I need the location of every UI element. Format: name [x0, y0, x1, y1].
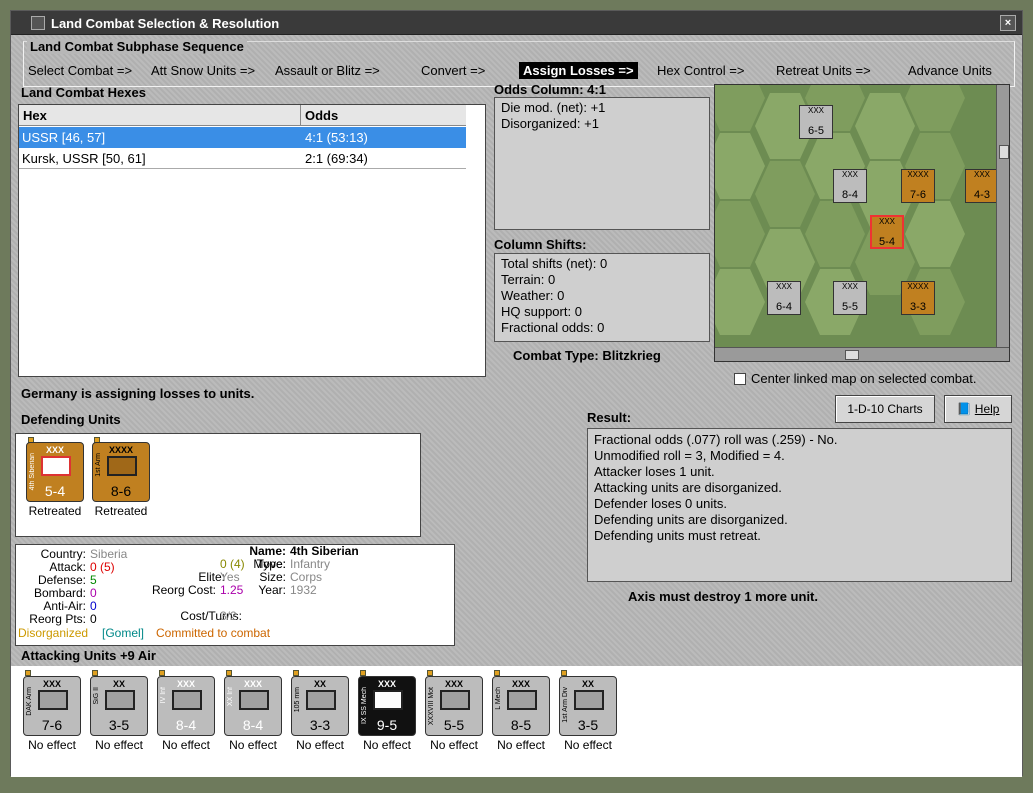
infantry-symbol-icon: [41, 456, 71, 476]
step-assign-losses: Assign Losses =>: [519, 62, 638, 79]
help-button[interactable]: 📘 Help: [944, 395, 1012, 423]
map-counter[interactable]: XXX 8-4: [833, 169, 867, 203]
result-panel: Fractional odds (.077) roll was (.259) -…: [587, 428, 1012, 582]
unit-symbol-icon: [38, 690, 68, 710]
must-destroy-message: Axis must destroy 1 more unit.: [628, 589, 818, 604]
map-scrollbar-horizontal[interactable]: [715, 347, 1009, 361]
defending-units-box: XXX 4th Siberian 5-4 Retreated XXXX 1st …: [15, 433, 421, 537]
odds-title: Odds Column: 4:1: [494, 82, 606, 97]
attacking-units-box: XXX DAK Arm 7-6 No effect XX SiG II 3-5 No effe…: [11, 666, 1022, 777]
attacker-status: No effect: [430, 738, 478, 752]
center-map-checkbox[interactable]: [734, 373, 746, 385]
attacker-unit[interactable]: XXX L Mech 8-5: [492, 676, 550, 736]
map-hex: [805, 201, 865, 267]
attacker-status: No effect: [95, 738, 143, 752]
sequence-title: Land Combat Subphase Sequence: [27, 39, 247, 54]
defender-status: Retreated: [28, 504, 82, 518]
map-counter[interactable]: XXXX 3-3: [901, 281, 935, 315]
map-counter[interactable]: XXX 5-5: [833, 281, 867, 315]
odds-cell: 2:1 (69:34): [305, 151, 368, 166]
step-convert: Convert =>: [421, 63, 486, 78]
step-att-snow: Att Snow Units =>: [151, 63, 256, 78]
map-hex: [905, 201, 965, 267]
attacker-unit[interactable]: XX 105 mm 3-3: [291, 676, 349, 736]
attacker-unit[interactable]: XXX IV Inf 8-4: [157, 676, 215, 736]
shift-fractional: Fractional odds: 0: [501, 320, 605, 335]
attacker-status: No effect: [162, 738, 210, 752]
shifts-title: Column Shifts:: [494, 237, 587, 252]
map-hex: [755, 161, 815, 227]
hexes-table: Hex Odds USSR [46, 57] 4:1 (53:13) Kursk…: [18, 104, 486, 377]
disorganized-mod: Disorganized: +1: [501, 116, 599, 131]
attacking-title: Attacking Units +9 Air: [21, 648, 156, 663]
unit-symbol-icon: [440, 690, 470, 710]
map-counter[interactable]: XXXX 7-6: [901, 169, 935, 203]
map-hex: [715, 269, 765, 335]
attacker-unit[interactable]: XXX IX SS Mech 9-5: [358, 676, 416, 736]
map-scrollbar-vertical[interactable]: [996, 85, 1009, 347]
book-icon: 📘: [956, 402, 975, 416]
attacker-unit[interactable]: XXX DAK Arm 7-6: [23, 676, 81, 736]
map-counter[interactable]: XXX 6-4: [767, 281, 801, 315]
unit-symbol-icon: [239, 690, 269, 710]
table-row[interactable]: Kursk, USSR [50, 61] 2:1 (69:34): [19, 148, 466, 169]
attacker-status: No effect: [564, 738, 612, 752]
shift-weather: Weather: 0: [501, 288, 565, 303]
step-assault-blitz: Assault or Blitz =>: [275, 63, 380, 78]
attacker-status: No effect: [363, 738, 411, 752]
unit-symbol-icon: [306, 690, 336, 710]
system-menu-icon[interactable]: [31, 16, 45, 30]
attacker-unit[interactable]: XXX XX Inf 8-4: [224, 676, 282, 736]
hex-cell: Kursk, USSR [50, 61]: [22, 151, 146, 166]
unit-info-panel: Country: Siberia Attack: 0 (5) Defense: …: [15, 544, 455, 646]
map-counter[interactable]: XXX 6-5: [799, 105, 833, 139]
hex-cell: USSR [46, 57]: [22, 130, 106, 145]
odds-cell: 4:1 (53:13): [305, 130, 368, 145]
unit-symbol-icon: [373, 690, 403, 710]
shifts-panel: Total shifts (net): 0 Terrain: 0 Weather…: [494, 253, 710, 342]
defender-unit[interactable]: XXX 4th Siberian 5-4: [26, 442, 84, 502]
result-title: Result:: [587, 410, 632, 425]
shift-total: Total shifts (net): 0: [501, 256, 608, 271]
defender-status: Retreated: [94, 504, 148, 518]
combat-type: Combat Type: Blitzkrieg: [513, 348, 661, 363]
title-bar: Land Combat Selection & Resolution ×: [11, 11, 1022, 35]
unit-symbol-icon: [105, 690, 135, 710]
die-mod: Die mod. (net): +1: [501, 100, 606, 115]
window-title: Land Combat Selection & Resolution: [51, 16, 280, 31]
attacker-status: No effect: [497, 738, 545, 752]
unit-symbol-icon: [172, 690, 202, 710]
charts-button[interactable]: 1-D-10 Charts: [835, 395, 935, 423]
attacker-unit[interactable]: XX SiG II 3-5: [90, 676, 148, 736]
attacker-status: No effect: [296, 738, 344, 752]
center-map-label: Center linked map on selected combat.: [751, 371, 977, 386]
step-advance-units: Advance Units: [908, 63, 992, 78]
col-odds-header[interactable]: Odds: [301, 105, 466, 126]
step-retreat-units: Retreat Units =>: [776, 63, 871, 78]
attacker-unit[interactable]: XX 1st Arm Div 3-5: [559, 676, 617, 736]
attacker-unit[interactable]: XXX XXXVIII Mot 5-5: [425, 676, 483, 736]
map-hex: [855, 93, 915, 159]
step-hex-control: Hex Control =>: [657, 63, 745, 78]
close-icon[interactable]: ×: [1000, 15, 1016, 31]
combat-window: Land Combat Selection & Resolution × Lan…: [10, 10, 1023, 777]
status-message: Germany is assigning losses to units.: [21, 386, 255, 401]
attacker-status: No effect: [28, 738, 76, 752]
map-counter[interactable]: XXX 4-3: [965, 169, 999, 203]
shift-hq: HQ support: 0: [501, 304, 582, 319]
table-row[interactable]: USSR [46, 57] 4:1 (53:13): [19, 127, 466, 148]
odds-panel: Die mod. (net): +1 Disorganized: +1: [494, 97, 710, 230]
col-hex-header[interactable]: Hex: [19, 105, 301, 126]
hexes-title: Land Combat Hexes: [21, 85, 146, 100]
step-select-combat: Select Combat =>: [28, 63, 133, 78]
unit-symbol-icon: [574, 690, 604, 710]
unit-symbol-icon: [507, 690, 537, 710]
defender-unit[interactable]: XXXX 1st Arm 8-6: [92, 442, 150, 502]
map-counter-selected[interactable]: XXX 5-4: [870, 215, 904, 249]
defending-title: Defending Units: [21, 412, 121, 427]
armor-symbol-icon: [107, 456, 137, 476]
shift-terrain: Terrain: 0: [501, 272, 556, 287]
mini-map[interactable]: XXXX 7-6 XXX 4-3 XXX 8-4 XXX 5-4 XXX 6-4 XXX 5…: [714, 84, 1010, 362]
attacker-status: No effect: [229, 738, 277, 752]
